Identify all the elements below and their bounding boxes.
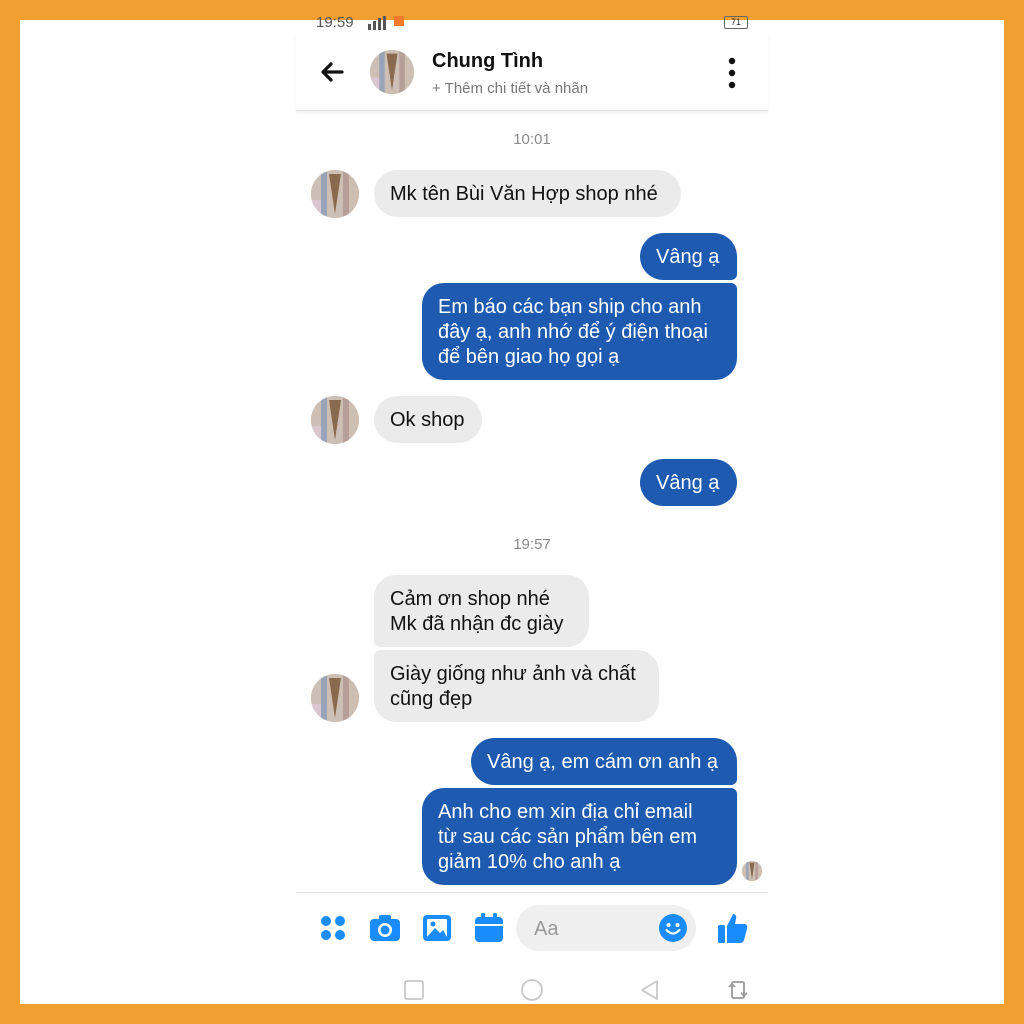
message-bubble-outgoing[interactable]: Vâng ạ: [640, 459, 737, 506]
message-input-container: [516, 905, 696, 951]
sender-avatar: [311, 170, 359, 218]
apps-icon[interactable]: [316, 911, 350, 945]
message-text: Vâng ạ: [656, 472, 720, 494]
chat-header: Chung Tình + Thêm chi tiết và nhãn: [296, 34, 768, 111]
message-bubble-incoming[interactable]: Cảm ơn shop nhé Mk đã nhận đc giày: [374, 575, 589, 647]
back-nav-icon[interactable]: [638, 978, 662, 1002]
back-arrow-icon[interactable]: [318, 58, 346, 86]
message-text: Ok shop: [390, 409, 465, 431]
timestamp: 10:01: [513, 131, 551, 148]
home-icon[interactable]: [520, 978, 544, 1002]
recent-apps-icon[interactable]: [402, 978, 426, 1002]
message-bubble-outgoing[interactable]: Vâng ạ, em cám ơn anh ạ: [471, 738, 737, 785]
gallery-icon[interactable]: [420, 911, 454, 945]
sender-avatar: [311, 396, 359, 444]
message-line: Cảm ơn shop nhé: [390, 588, 550, 610]
camera-icon[interactable]: [368, 911, 402, 945]
status-time: 19:59: [316, 14, 354, 31]
message-input[interactable]: [532, 913, 656, 945]
battery-icon: 71: [724, 16, 748, 29]
message-bubble-outgoing[interactable]: Anh cho em xin địa chỉ email từ sau các …: [422, 788, 737, 885]
message-line: đây ạ, anh nhớ để ý điện thoại: [438, 321, 708, 343]
message-text: Vâng ạ, em cám ơn anh ạ: [487, 751, 719, 773]
message-bubble-incoming[interactable]: Mk tên Bùi Văn Hợp shop nhé: [374, 170, 681, 217]
contact-name: Chung Tình: [432, 50, 544, 72]
emoji-icon[interactable]: [658, 913, 688, 943]
sender-avatar: [311, 674, 359, 722]
message-line: Giày giống như ảnh và chất: [390, 663, 636, 685]
read-receipt-avatar: [742, 861, 762, 881]
message-line: từ sau các sản phẩm bên em: [438, 826, 698, 848]
message-line: Em báo các bạn ship cho anh: [438, 296, 702, 318]
message-line: cũng đẹp: [390, 688, 473, 710]
timestamp: 19:57: [513, 536, 551, 553]
add-details-link[interactable]: + Thêm chi tiết và nhãn: [432, 80, 588, 97]
message-line: Mk đã nhận đc giày: [390, 613, 564, 635]
message-bubble-outgoing[interactable]: Vâng ạ: [640, 233, 737, 280]
more-options-icon[interactable]: [722, 56, 742, 90]
screen-rotate-icon[interactable]: [726, 978, 750, 1002]
message-composer: [296, 892, 768, 963]
message-text: Vâng ạ: [656, 246, 720, 268]
message-line: Anh cho em xin địa chỉ email: [438, 801, 693, 823]
message-bubble-incoming[interactable]: Ok shop: [374, 396, 482, 443]
notification-flag-icon: [394, 16, 404, 26]
system-nav-bar: [296, 972, 768, 1004]
signal-icon: [368, 16, 386, 30]
status-bar: 19:59 71: [296, 12, 768, 34]
message-bubble-incoming[interactable]: Giày giống như ảnh và chất cũng đẹp: [374, 650, 659, 722]
thumbs-up-icon[interactable]: [716, 911, 750, 945]
message-text: Mk tên Bùi Văn Hợp shop nhé: [390, 183, 658, 205]
photo-frame: 19:59 71 Chung Tình + Thêm chi tiết và n…: [20, 14, 1004, 1004]
contact-avatar[interactable]: [370, 50, 414, 94]
message-bubble-outgoing[interactable]: Em báo các bạn ship cho anh đây ạ, anh n…: [422, 283, 737, 380]
calendar-icon[interactable]: [472, 911, 506, 945]
message-line: để bên giao họ gọi ạ: [438, 346, 620, 368]
message-line: giảm 10% cho anh ạ: [438, 851, 621, 873]
messenger-screen: 19:59 71 Chung Tình + Thêm chi tiết và n…: [296, 14, 768, 1004]
